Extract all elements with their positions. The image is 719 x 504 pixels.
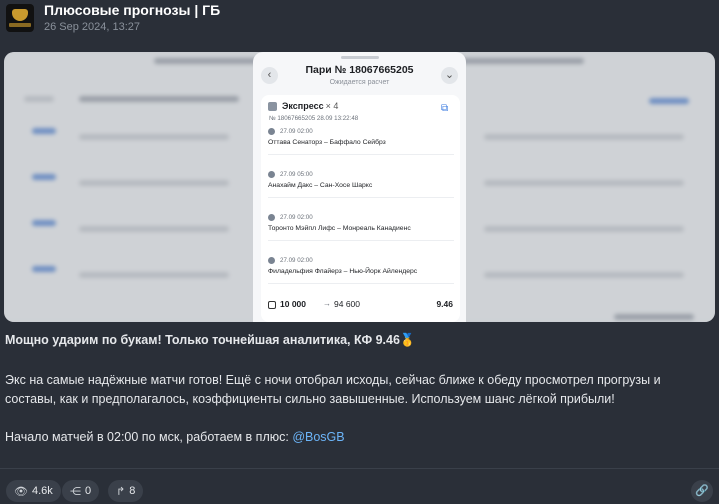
bet-type-label: Экспресс	[282, 101, 324, 111]
bet-type-icon	[268, 102, 277, 111]
event-time: 27.09 02:00	[280, 214, 313, 221]
event-match: Филадельфия Флайерз – Нью-Йорк Айлендерс	[268, 268, 418, 275]
blur-line	[79, 134, 229, 140]
bet-status: Ожидается расчет	[329, 79, 390, 86]
bet-type: Экспресс × 4	[282, 101, 338, 111]
event-divider	[268, 240, 454, 241]
arrow-right-icon: →	[323, 299, 331, 308]
bet-meta: № 18067665205 28.09 13:22:48	[269, 115, 359, 122]
hockey-icon	[268, 214, 275, 221]
bet-count: × 4	[325, 101, 339, 111]
views-count: 4.6k	[31, 485, 53, 497]
post-footer: 👁 4.6k ⋲ 0 ↱ 8 🔗	[0, 478, 719, 504]
eye-icon: 👁	[14, 485, 28, 498]
blur-line	[79, 180, 229, 186]
avatar-label-shape	[9, 23, 31, 27]
blur-line	[32, 266, 56, 272]
channel-avatar[interactable]	[6, 4, 34, 32]
reactions-button[interactable]: ⋲ 0	[62, 480, 100, 502]
caption-start-line: Начало матчей в 02:00 по мск, работаем в…	[5, 430, 345, 444]
caption-body-line: Экс на самые надёжные матчи готов! Ещё с…	[5, 373, 661, 387]
caption-body-line: составы, как и предполагалось, коэффицие…	[5, 392, 615, 406]
hockey-icon	[268, 128, 275, 135]
blur-line	[79, 96, 239, 102]
event-match: Оттава Сенаторз – Баффало Сейбрз	[268, 139, 386, 146]
bet-card: Экспресс × 4 № 18067665205 28.09 13:22:48…	[261, 95, 460, 322]
bet-payout: 94 600	[334, 299, 360, 309]
event-divider	[268, 154, 454, 155]
post-media[interactable]: ‹ Пари № 18067665205 Ожидается расчет ⌄ …	[4, 52, 715, 322]
blur-line	[614, 314, 694, 320]
event-time: 27.09 05:00	[280, 171, 313, 178]
blur-line	[484, 226, 684, 232]
views-counter: 👁 4.6k	[6, 480, 61, 502]
post-date: 26 Sep 2024, 13:27	[44, 21, 141, 33]
share-nodes-icon: ⋲	[70, 485, 81, 498]
post-header: Плюсовые прогнозы | ГБ 26 Sep 2024, 13:2…	[0, 0, 719, 40]
reactions-count: 0	[85, 485, 92, 497]
bet-event: 27.09 05:00 Анахайм Дакс – Сан-Хосе Шарк…	[268, 170, 454, 212]
bet-event: 27.09 02:00 Филадельфия Флайерз – Нью-Йо…	[268, 256, 454, 298]
bet-slip-screenshot: ‹ Пари № 18067665205 Ожидается расчет ⌄ …	[253, 52, 466, 322]
blur-line	[32, 128, 56, 134]
shares-count: 8	[129, 485, 136, 497]
blur-line	[649, 98, 689, 104]
event-match: Анахайм Дакс – Сан-Хосе Шаркс	[268, 182, 373, 189]
channel-name[interactable]: Плюсовые прогнозы | ГБ	[44, 2, 220, 18]
event-time: 27.09 02:00	[280, 128, 313, 135]
forward-button[interactable]: ↱ 8	[108, 480, 144, 502]
link-icon[interactable]: 🔗	[691, 480, 713, 502]
event-divider	[268, 283, 454, 284]
event-divider	[268, 197, 454, 198]
bet-coefficient: 9.46	[436, 299, 453, 309]
bet-stake: 10 000	[280, 299, 306, 309]
wallet-icon	[268, 301, 276, 309]
blur-line	[79, 226, 229, 232]
bet-event: 27.09 02:00 Оттава Сенаторз – Баффало Се…	[268, 127, 454, 169]
event-match: Торонто Мэйпл Лифс – Монреаль Канадиенс	[268, 225, 411, 232]
event-time: 27.09 02:00	[280, 257, 313, 264]
blur-line	[79, 272, 229, 278]
hockey-icon	[268, 257, 275, 264]
hockey-icon	[268, 171, 275, 178]
blur-line	[484, 180, 684, 186]
bet-event: 27.09 02:00 Торонто Мэйпл Лифс – Монреал…	[268, 213, 454, 255]
mention-link[interactable]: @BosGB	[292, 430, 344, 444]
phone-notch	[341, 56, 379, 59]
blur-line	[32, 174, 56, 180]
copy-icon: ⧉	[441, 103, 449, 114]
chevron-down-icon: ⌄	[441, 67, 458, 84]
forward-icon: ↱	[116, 485, 126, 498]
avatar-emblem-icon	[12, 9, 28, 21]
blur-line	[484, 134, 684, 140]
blur-line	[484, 272, 684, 278]
footer-divider	[0, 468, 719, 469]
blur-line	[24, 96, 54, 102]
caption-start-text: Начало матчей в 02:00 по мск, работаем в…	[5, 430, 293, 444]
bet-title: Пари № 18067665205	[305, 64, 414, 76]
blur-line	[32, 220, 56, 226]
bet-summary: 10 000 → 94 600 9.46	[268, 298, 454, 314]
caption-headline: Мощно ударим по букам! Только точнейшая …	[5, 333, 416, 347]
